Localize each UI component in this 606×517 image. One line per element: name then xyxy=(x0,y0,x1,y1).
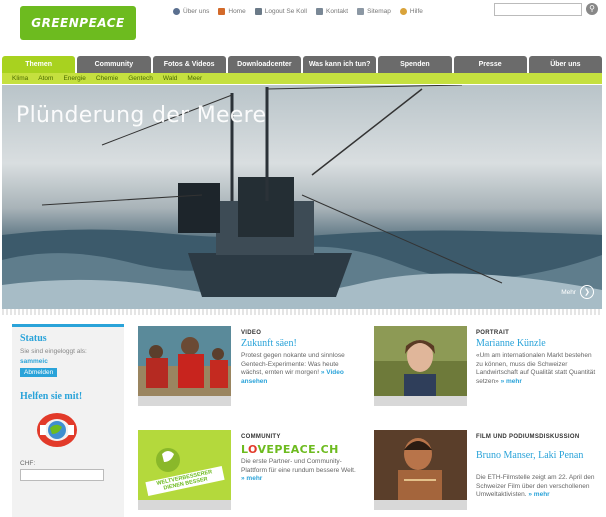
help-heading: Helfen sie mit! xyxy=(20,391,83,402)
portrait-thumb-bar xyxy=(374,396,467,406)
card-text-portrait: «Um am internationalen Markt bestehen zu… xyxy=(476,352,596,385)
tab-was-kann-ich-tun[interactable]: Was kann ich tun? xyxy=(303,56,377,73)
sub-nav: Klima Atom Energie Chemie Gentech Wald M… xyxy=(2,73,602,84)
toplink-contact[interactable]: Kontakt xyxy=(316,7,348,15)
logo-text: GREENPEACE xyxy=(31,16,125,30)
toplink-logout[interactable]: Logout Se Koll xyxy=(254,7,307,15)
hero-more-button[interactable]: Mehr ❯ xyxy=(561,285,594,299)
top-links: Über uns Home Logout Se Koll Kontakt Sit… xyxy=(173,5,423,17)
film-thumbnail[interactable] xyxy=(374,430,467,500)
tab-downloadcenter[interactable]: Downloadcenter xyxy=(227,56,301,73)
mail-icon xyxy=(316,7,324,15)
subnav-item-klima[interactable]: Klima xyxy=(12,75,28,82)
tab-themen[interactable]: Themen xyxy=(2,56,76,73)
divider-stripe xyxy=(2,309,602,315)
subnav-item-meer[interactable]: Meer xyxy=(187,75,202,82)
help-icon xyxy=(399,7,407,15)
video-thumb-bar xyxy=(138,396,231,406)
toplink-sitemap[interactable]: Sitemap xyxy=(357,7,391,15)
chf-amount-field[interactable] xyxy=(20,469,104,481)
search-input[interactable] xyxy=(494,3,582,16)
greenpeace-logo[interactable]: GREENPEACE xyxy=(20,6,136,40)
card-title-film[interactable]: Bruno Manser, Laki Penan xyxy=(476,450,598,461)
hero-title: Plünderung der Meere xyxy=(16,103,267,128)
card-category-film: FILM UND PODIUMSDISKUSSION xyxy=(476,434,580,440)
community-thumbnail[interactable]: WELTVERBESSERER DIENEN BESSER xyxy=(138,430,231,500)
subnav-item-wald[interactable]: Wald xyxy=(163,75,178,82)
card-text-film: Die ETH-Filmstelle zeigt am 22. April de… xyxy=(476,474,595,498)
subnav-item-energie[interactable]: Energie xyxy=(63,75,85,82)
tab-presse[interactable]: Presse xyxy=(453,56,527,73)
lifebuoy-icon[interactable] xyxy=(34,410,80,450)
status-heading: Status xyxy=(20,333,47,344)
community-thumb-bar xyxy=(138,500,231,510)
card-text-community: Die erste Partner- und Community-Plattfo… xyxy=(241,458,356,482)
subnav-item-gentech[interactable]: Gentech xyxy=(128,75,153,82)
globe-icon xyxy=(173,7,180,15)
toplink-home[interactable]: Home xyxy=(218,7,246,15)
search-icon[interactable]: ⚲ xyxy=(586,3,598,15)
toplink-help[interactable]: Hilfe xyxy=(399,7,423,15)
logout-button[interactable]: Abmelden xyxy=(20,368,58,377)
username[interactable]: sammeic xyxy=(20,358,116,365)
card-category-portrait: PORTRAIT xyxy=(476,330,510,336)
portrait-thumbnail[interactable] xyxy=(374,326,467,396)
video-thumbnail[interactable] xyxy=(138,326,231,396)
hero-banner[interactable]: Plünderung der Meere Mehr ❯ xyxy=(2,85,602,309)
tab-community[interactable]: Community xyxy=(77,56,151,73)
tab-fotos-videos[interactable]: Fotos & Videos xyxy=(152,56,226,73)
card-category-community: COMMUNITY xyxy=(241,434,281,440)
card-title-community[interactable]: LOVEPEACE.CH xyxy=(241,443,339,456)
card-title-portrait[interactable]: Marianne Künzle xyxy=(476,338,598,349)
subnav-item-atom[interactable]: Atom xyxy=(38,75,53,82)
card-title-video[interactable]: Zukunft säen! xyxy=(241,338,361,349)
card-text-video: Protest gegen nokante und sinnlose Gente… xyxy=(241,352,345,385)
logged-in-text: Sie sind eingeloggt als: xyxy=(20,348,87,355)
logout-icon xyxy=(254,7,262,15)
subnav-item-chemie[interactable]: Chemie xyxy=(96,75,118,82)
home-icon xyxy=(218,7,226,15)
main-nav: Themen Community Fotos & Videos Download… xyxy=(2,56,602,73)
tab-spenden[interactable]: Spenden xyxy=(378,56,452,73)
sidebar: Status Sie sind eingeloggt als: sammeic … xyxy=(12,324,124,517)
card-link-film[interactable]: » mehr xyxy=(528,491,549,498)
tab-ueber-uns[interactable]: Über uns xyxy=(528,56,602,73)
chf-label: CHF: xyxy=(20,460,36,467)
film-thumb-bar xyxy=(374,500,467,510)
arrow-right-icon: ❯ xyxy=(580,285,594,299)
toplink-about[interactable]: Über uns xyxy=(173,7,209,15)
sitemap-icon xyxy=(357,7,365,15)
card-link-community[interactable]: » mehr xyxy=(241,475,262,482)
hero-more-label: Mehr xyxy=(561,288,576,296)
card-category-video: VIDEO xyxy=(241,330,262,336)
card-link-portrait[interactable]: » mehr xyxy=(501,378,522,385)
